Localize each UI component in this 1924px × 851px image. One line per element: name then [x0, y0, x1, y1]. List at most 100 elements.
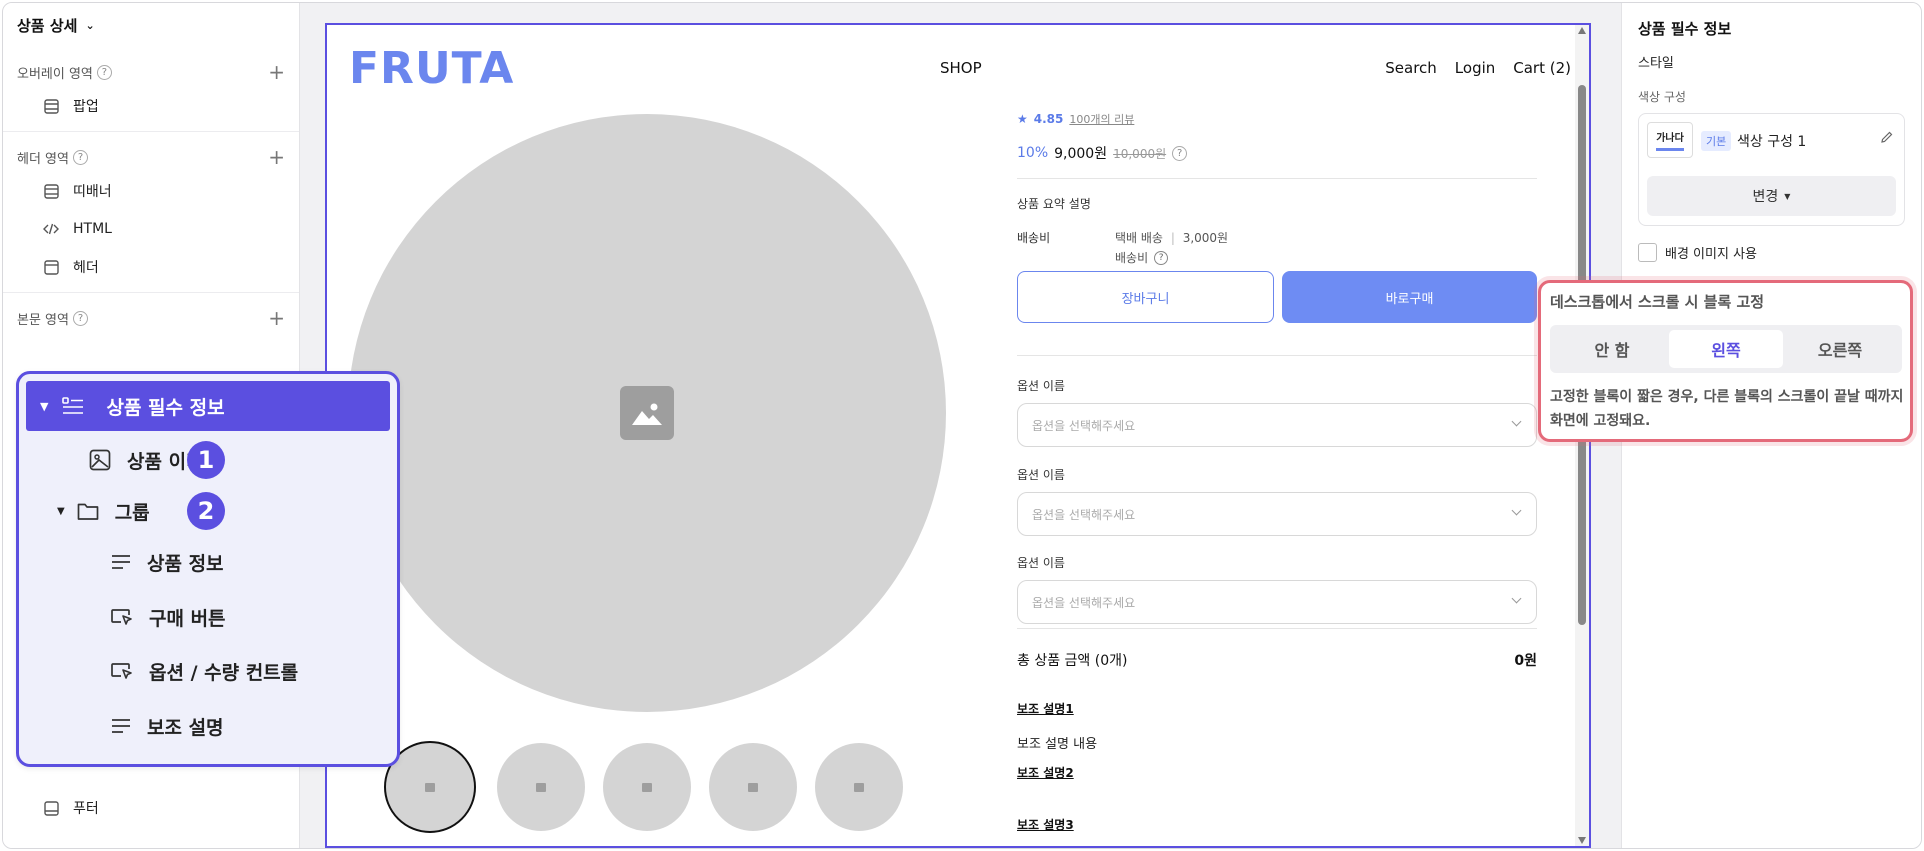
divider [1017, 628, 1537, 629]
code-icon [43, 221, 59, 237]
sidebar-item-html[interactable]: HTML [3, 210, 299, 248]
page-selector[interactable]: 상품 상세 ⌄ [3, 3, 299, 47]
expand-triangle-icon[interactable]: ▼ [57, 506, 65, 517]
option-select[interactable]: 옵션을 선택해주세요 [1017, 492, 1537, 536]
app-window: 상품 상세 ⌄ 오버레이 영역 ? + 팝업 헤더 영역 ? + 띠배너 HTM… [2, 2, 1922, 849]
brand-logo[interactable]: FRUTA [349, 43, 514, 94]
product-thumbnail[interactable] [603, 743, 691, 831]
color-config-name: 색상 구성 1 [1737, 134, 1807, 150]
change-color-button[interactable]: 변경 ▼ [1647, 176, 1896, 216]
checkbox[interactable] [1638, 243, 1657, 262]
sidebar-item-header[interactable]: 헤더 [3, 248, 299, 286]
shipping-note: 배송비 ? [1115, 249, 1169, 266]
sub-description-title: 보조 설명2 [1017, 766, 1074, 780]
chevron-down-icon: ⌄ [85, 18, 95, 32]
buy-now-button[interactable]: 바로구매 [1282, 271, 1537, 323]
nav-cart-link[interactable]: Cart (2) [1513, 59, 1571, 77]
nav-login-link[interactable]: Login [1455, 59, 1495, 77]
sticky-option-right[interactable]: 오른쪽 [1783, 330, 1897, 368]
help-icon[interactable]: ? [96, 64, 112, 80]
add-block-button[interactable]: + [268, 306, 285, 330]
divider [1017, 355, 1537, 356]
sub-description-body: 보조 설명 내용 [1017, 737, 1098, 752]
total-label: 총 상품 금액 (0개) [1017, 653, 1128, 669]
image-icon [89, 449, 111, 471]
tree-root-item[interactable]: ▼ 상품 필수 정보 [26, 381, 390, 431]
layout-icon [43, 98, 59, 114]
option-select[interactable]: 옵션을 선택해주세요 [1017, 580, 1537, 624]
chevron-down-icon [1511, 505, 1522, 516]
current-price: 9,000원 [1054, 146, 1108, 162]
tree-item-sub-description[interactable]: 보조 설명 [111, 701, 224, 751]
section-title: 본문 영역 [17, 312, 69, 328]
sub-description-title: 보조 설명3 [1017, 818, 1074, 832]
sidebar-item-label: 띠배너 [73, 184, 112, 200]
help-icon[interactable]: ? [72, 310, 88, 326]
sticky-scroll-popover: 데스크톱에서 스크롤 시 블록 고정 안 함 왼쪽 오른쪽 고정한 블록이 짧은… [1538, 280, 1913, 442]
color-config-label: 색상 구성 [1638, 90, 1686, 104]
add-block-button[interactable]: + [268, 145, 285, 169]
editor-canvas: FRUTA SHOP Search Login Cart (2) ★ 4.85 … [325, 23, 1591, 848]
rating-score: 4.85 [1033, 112, 1064, 126]
bg-image-label: 배경 이미지 사용 [1665, 247, 1757, 262]
cursor-click-icon [111, 608, 133, 626]
sidebar-item-label: 팝업 [73, 99, 99, 115]
sticky-option-left[interactable]: 왼쪽 [1669, 330, 1783, 368]
sidebar-item-banner[interactable]: 띠배너 [3, 172, 299, 210]
sidebar-item-label: 헤더 [73, 260, 99, 276]
color-config-card: 가나다 기본 색상 구성 1 변경 ▼ [1638, 113, 1905, 226]
layout-icon [43, 800, 59, 816]
nav-search-link[interactable]: Search [1385, 59, 1437, 77]
folder-icon [77, 501, 99, 521]
product-thumbnail[interactable] [815, 743, 903, 831]
sub-description-title: 보조 설명1 [1017, 702, 1074, 716]
nav-shop-link[interactable]: SHOP [940, 59, 982, 77]
total-value: 0원 [1514, 653, 1537, 669]
product-image-placeholder[interactable] [348, 114, 946, 712]
product-thumbnail[interactable] [497, 743, 585, 831]
product-thumbnail[interactable] [709, 743, 797, 831]
chevron-down-icon [1511, 416, 1522, 427]
sidebar-item-footer[interactable]: 푸터 [3, 789, 300, 827]
default-tag: 기본 [1701, 131, 1732, 151]
add-to-cart-button[interactable]: 장바구니 [1017, 271, 1274, 323]
block-tree-popout: ▼ 상품 필수 정보 상품 이미지 1 ▼ 그룹 2 상품 정보 구매 버튼 옵… [16, 371, 400, 767]
expand-triangle-icon[interactable]: ▼ [40, 400, 48, 413]
add-block-button[interactable]: + [268, 60, 285, 84]
tree-item-group[interactable]: ▼ 그룹 [57, 486, 150, 536]
chevron-down-icon [1511, 593, 1522, 604]
step-badge: 1 [187, 441, 225, 479]
image-icon [425, 782, 435, 792]
option-select[interactable]: 옵션을 선택해주세요 [1017, 403, 1537, 447]
bg-image-toggle[interactable]: 배경 이미지 사용 [1638, 243, 1757, 262]
help-icon[interactable]: ? [72, 149, 88, 165]
tree-item-product-info[interactable]: 상품 정보 [111, 537, 224, 587]
section-body: 본문 영역 ? + [3, 293, 299, 339]
help-icon[interactable]: ? [1172, 145, 1188, 161]
image-icon [536, 782, 546, 792]
layout-icon [43, 259, 59, 275]
sidebar-item-popup[interactable]: 팝업 [3, 87, 299, 125]
star-icon: ★ [1017, 112, 1028, 126]
discount-rate: 10% [1017, 145, 1049, 161]
option-label: 옵션 이름 [1017, 556, 1065, 570]
review-link[interactable]: 100개의 리뷰 [1069, 111, 1134, 127]
panel-title: 상품 필수 정보 [1638, 20, 1732, 38]
original-price: 10,000원 [1113, 146, 1167, 161]
scroll-down-icon[interactable] [1578, 837, 1586, 844]
sticky-option-none[interactable]: 안 함 [1555, 330, 1669, 368]
image-icon [748, 782, 758, 792]
image-icon [620, 386, 674, 440]
scroll-up-icon[interactable] [1578, 27, 1586, 34]
style-label: 스타일 [1638, 56, 1674, 71]
option-label: 옵션 이름 [1017, 468, 1065, 482]
step-badge: 2 [187, 492, 225, 530]
price: 10% 9,000원 10,000원 ? [1017, 143, 1188, 163]
pencil-icon[interactable] [1880, 130, 1894, 148]
sticky-title: 데스크톱에서 스크롤 시 블록 고정 [1550, 293, 1765, 311]
tree-item-option-control[interactable]: 옵션 / 수량 컨트롤 [111, 646, 298, 696]
section-header: 헤더 영역 ? + 띠배너 HTML 헤더 [3, 132, 299, 293]
help-icon[interactable]: ? [1154, 250, 1169, 265]
tree-item-buy-button[interactable]: 구매 버튼 [111, 592, 226, 642]
list-block-icon [62, 396, 84, 416]
